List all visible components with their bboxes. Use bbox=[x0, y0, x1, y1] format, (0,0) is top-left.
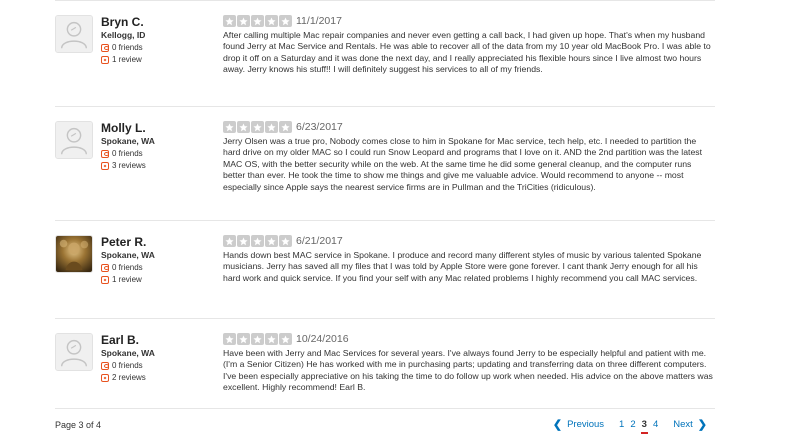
star-icon bbox=[251, 235, 264, 247]
avatar[interactable] bbox=[55, 15, 93, 53]
review-icon bbox=[101, 275, 109, 284]
pagination-nav: ❮ Previous 1 2 3 4 Next ❯ bbox=[553, 418, 707, 434]
default-avatar-icon bbox=[56, 334, 92, 370]
review-item: Bryn C. Kellogg, ID 0 friends 1 review 1… bbox=[55, 0, 715, 106]
star-icon bbox=[223, 15, 236, 27]
star-rating bbox=[223, 121, 292, 133]
review-date: 11/1/2017 bbox=[296, 15, 342, 27]
review-text: After calling multiple Mac repair compan… bbox=[223, 30, 711, 75]
star-rating bbox=[223, 333, 292, 345]
reviews-label: 2 reviews bbox=[112, 373, 146, 382]
star-icon bbox=[279, 121, 292, 133]
next-button[interactable]: Next ❯ bbox=[673, 418, 707, 431]
page-link-4[interactable]: 4 bbox=[653, 419, 658, 430]
star-icon bbox=[265, 235, 278, 247]
chevron-right-icon: ❯ bbox=[697, 419, 707, 431]
star-rating bbox=[223, 15, 292, 27]
review-item: Earl B. Spokane, WA 0 friends 2 reviews … bbox=[55, 318, 715, 408]
user-name[interactable]: Peter R. bbox=[101, 235, 155, 249]
review-icon bbox=[101, 373, 109, 382]
review-user: Peter R. Spokane, WA 0 friends 1 review bbox=[55, 235, 215, 295]
star-icon bbox=[223, 235, 236, 247]
previous-button[interactable]: ❮ Previous bbox=[553, 418, 604, 431]
review-date: 6/21/2017 bbox=[296, 235, 343, 247]
star-rating bbox=[223, 235, 292, 247]
reviews-label: 1 review bbox=[112, 275, 142, 284]
review-text: Hands down best MAC service in Spokane. … bbox=[223, 250, 702, 283]
friends-icon bbox=[101, 361, 109, 370]
page-link-1[interactable]: 1 bbox=[619, 419, 624, 430]
review-item: Peter R. Spokane, WA 0 friends 1 review … bbox=[55, 220, 715, 318]
chevron-left-icon: ❮ bbox=[552, 419, 563, 431]
review-item: Molly L. Spokane, WA 0 friends 3 reviews… bbox=[55, 106, 715, 220]
avatar[interactable] bbox=[55, 121, 93, 159]
avatar[interactable] bbox=[55, 333, 93, 371]
friends-label: 0 friends bbox=[112, 361, 143, 370]
page-indicator: Page 3 of 4 bbox=[55, 420, 102, 430]
next-label: Next bbox=[673, 419, 693, 430]
user-location: Spokane, WA bbox=[101, 136, 155, 146]
friends-icon bbox=[101, 149, 109, 158]
review-date: 10/24/2016 bbox=[296, 333, 349, 345]
reviews-count: 2 reviews bbox=[101, 372, 155, 383]
user-location: Spokane, WA bbox=[101, 348, 155, 358]
star-icon bbox=[279, 15, 292, 27]
star-icon bbox=[237, 121, 250, 133]
user-name[interactable]: Molly L. bbox=[101, 121, 155, 135]
user-name[interactable]: Earl B. bbox=[101, 333, 155, 347]
friends-count: 0 friends bbox=[101, 148, 155, 159]
user-name[interactable]: Bryn C. bbox=[101, 15, 145, 29]
review-user: Earl B. Spokane, WA 0 friends 2 reviews bbox=[55, 333, 215, 393]
star-icon bbox=[237, 235, 250, 247]
previous-label: Previous bbox=[567, 419, 605, 430]
friends-icon bbox=[101, 43, 109, 52]
star-icon bbox=[265, 121, 278, 133]
star-icon bbox=[223, 333, 236, 345]
review-text: Have been with Jerry and Mac Services fo… bbox=[223, 348, 713, 393]
friends-count: 0 friends bbox=[101, 262, 155, 273]
star-icon bbox=[237, 15, 250, 27]
star-icon bbox=[265, 333, 278, 345]
star-icon bbox=[223, 121, 236, 133]
page-current-3: 3 bbox=[640, 419, 649, 434]
reviews-count: 3 reviews bbox=[101, 160, 155, 171]
default-avatar-icon bbox=[56, 16, 92, 52]
star-icon bbox=[251, 333, 264, 345]
friends-label: 0 friends bbox=[112, 43, 143, 52]
user-location: Kellogg, ID bbox=[101, 30, 146, 40]
star-icon bbox=[279, 333, 292, 345]
page-link-2[interactable]: 2 bbox=[630, 419, 635, 430]
review-text: Jerry Olsen was a true pro, Nobody comes… bbox=[223, 136, 703, 192]
review-user: Bryn C. Kellogg, ID 0 friends 1 review bbox=[55, 15, 215, 75]
avatar[interactable] bbox=[55, 235, 93, 273]
friends-count: 0 friends bbox=[101, 360, 155, 371]
review-user: Molly L. Spokane, WA 0 friends 3 reviews bbox=[55, 121, 215, 181]
review-date: 6/23/2017 bbox=[296, 121, 343, 133]
reviews-count: 1 review bbox=[101, 54, 145, 65]
friends-label: 0 friends bbox=[112, 263, 143, 272]
user-photo bbox=[56, 236, 92, 272]
friends-label: 0 friends bbox=[112, 149, 143, 158]
star-icon bbox=[237, 333, 250, 345]
star-icon bbox=[279, 235, 292, 247]
star-icon bbox=[251, 15, 264, 27]
star-icon bbox=[265, 15, 278, 27]
friends-count: 0 friends bbox=[101, 42, 145, 53]
review-icon bbox=[101, 161, 109, 170]
friends-icon bbox=[101, 263, 109, 272]
pagination: Page 3 of 4 ❮ Previous 1 2 3 4 Next ❯ bbox=[55, 408, 715, 442]
reviews-count: 1 review bbox=[101, 274, 155, 285]
user-location: Spokane, WA bbox=[101, 250, 155, 260]
default-avatar-icon bbox=[56, 122, 92, 158]
reviews-label: 1 review bbox=[112, 55, 142, 64]
review-icon bbox=[101, 55, 109, 64]
star-icon bbox=[251, 121, 264, 133]
reviews-label: 3 reviews bbox=[112, 161, 146, 170]
